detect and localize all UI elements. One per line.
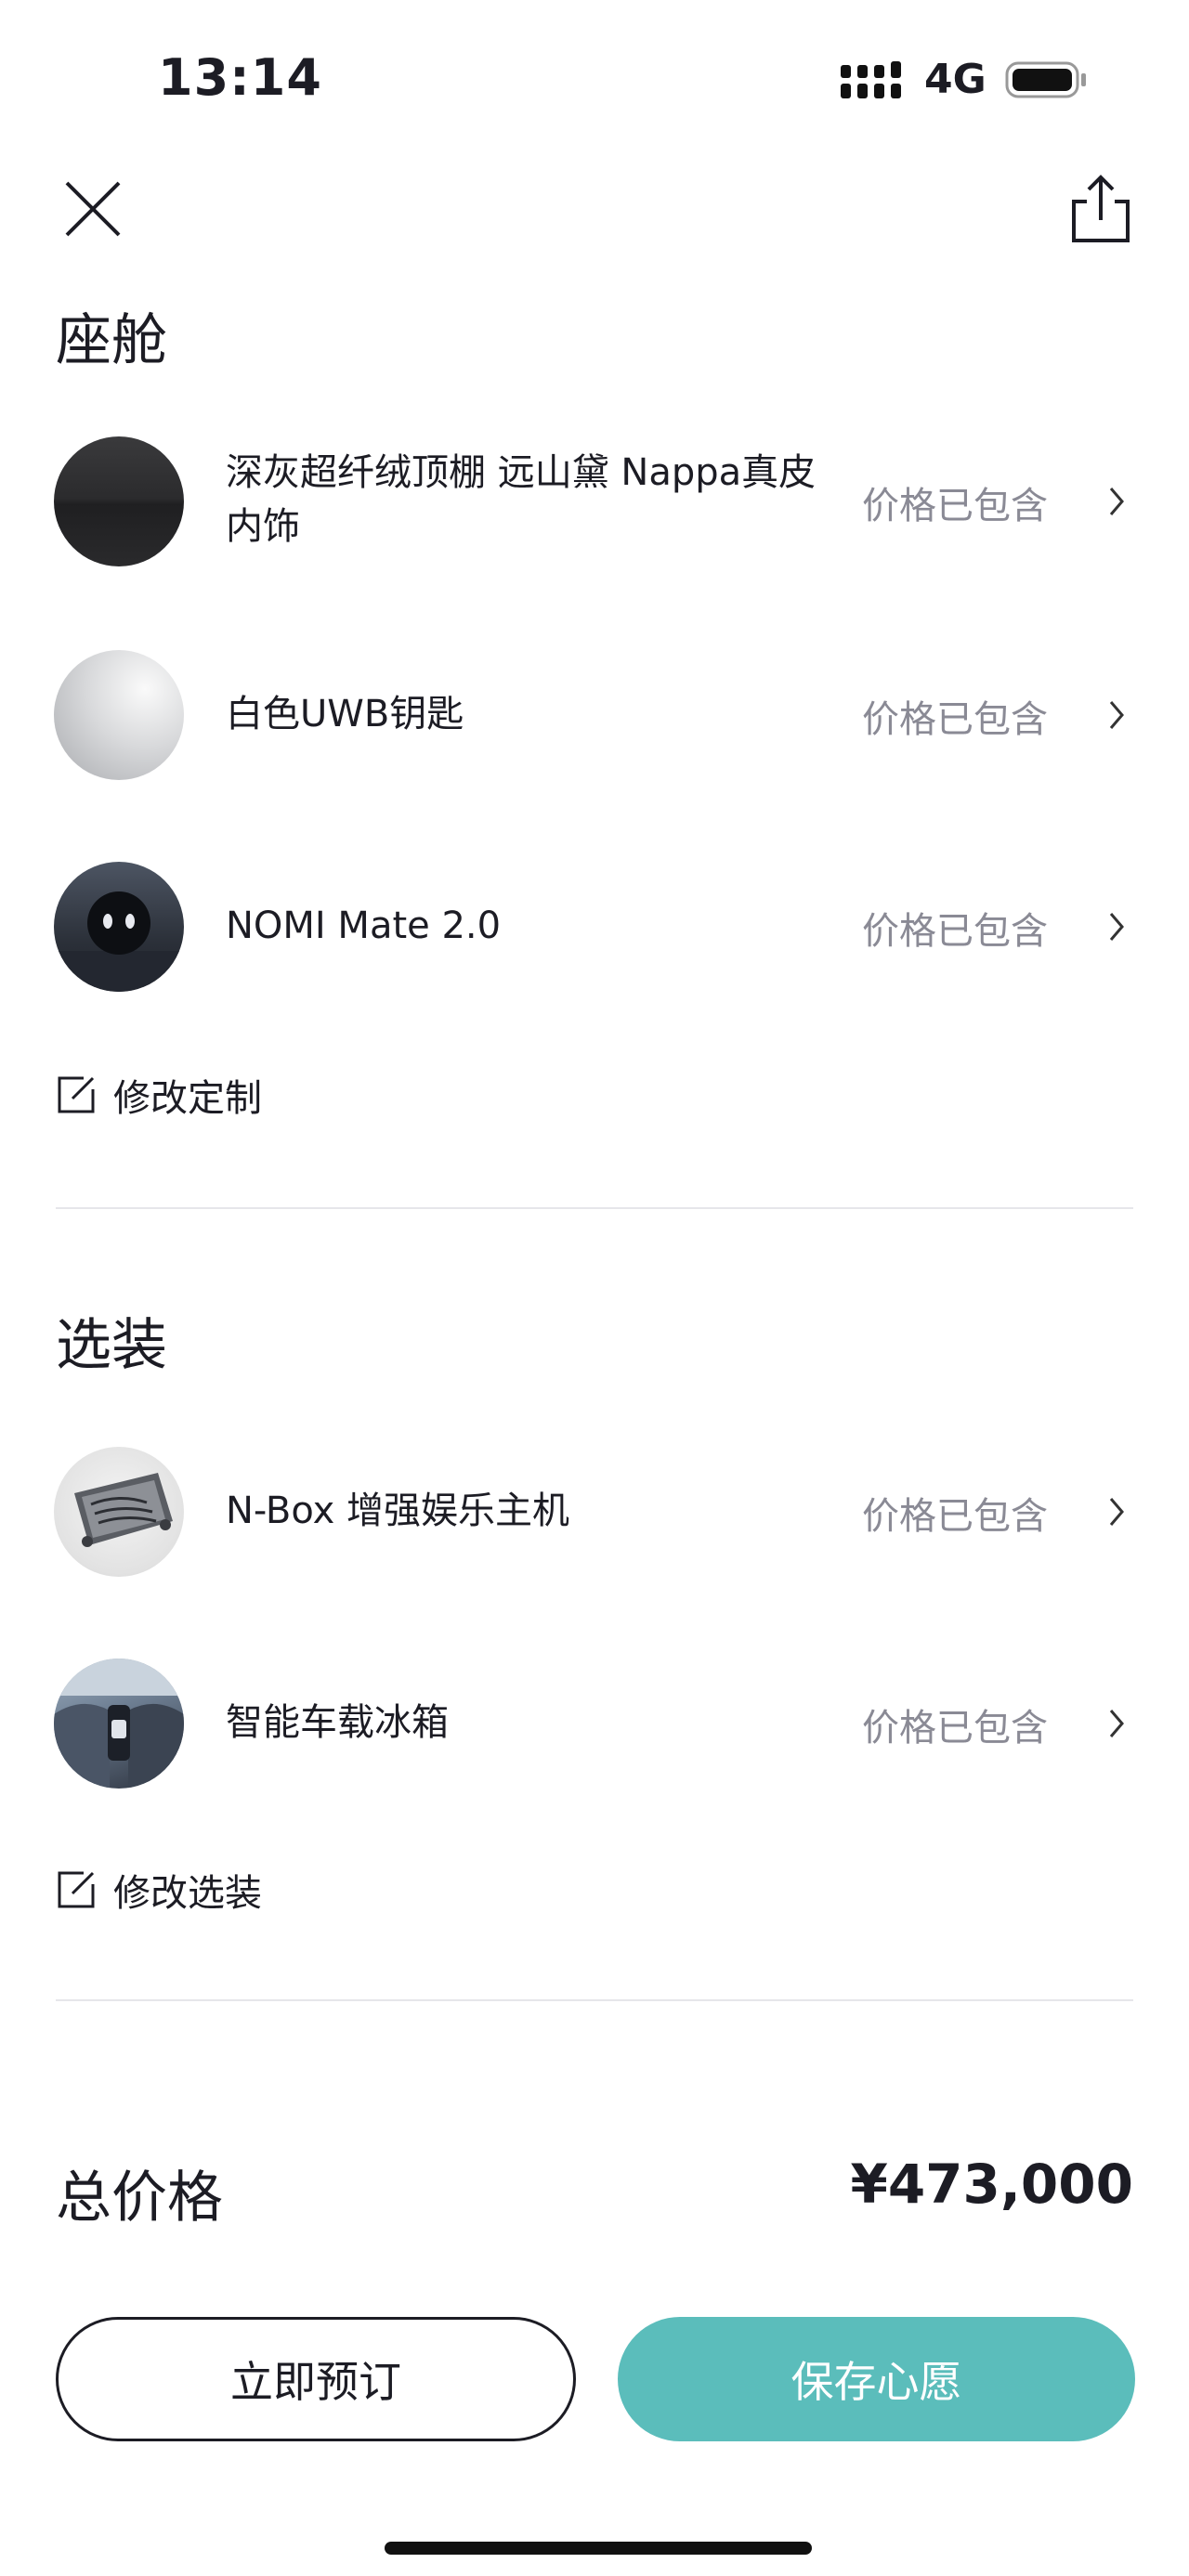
chevron-right-icon: [1109, 701, 1124, 729]
nomi-mate-thumbnail: [54, 862, 184, 992]
chevron-right-icon: [1109, 913, 1124, 941]
item-name: 深灰超纤绒顶棚 远山黛 Nappa真皮内饰: [226, 451, 817, 548]
home-indicator: [385, 2542, 812, 2555]
close-button[interactable]: [51, 167, 135, 251]
total-price-value: ¥473,000: [850, 2153, 1133, 2216]
cabin-item-uwb-key[interactable]: 白色UWB钥匙 价格已包含: [0, 641, 1189, 789]
item-name: 白色UWB钥匙: [226, 693, 464, 735]
total-price-label: 总价格: [56, 2166, 223, 2231]
cabin-item-nomi-mate[interactable]: NOMI Mate 2.0 价格已包含: [0, 852, 1189, 1001]
item-price-status: 价格已包含: [862, 1707, 1048, 1750]
item-name: NOMI Mate 2.0: [226, 904, 502, 947]
nbox-device-icon: [74, 1473, 173, 1547]
share-icon: [1072, 175, 1130, 242]
reserve-now-button[interactable]: 立即预订: [56, 2317, 576, 2441]
section-title-options: 选装: [56, 1313, 167, 1378]
chevron-right-icon: [1109, 1498, 1124, 1526]
save-wishlist-button[interactable]: 保存心愿: [618, 2317, 1135, 2441]
car-interior-icon: [54, 1659, 184, 1789]
share-button[interactable]: [1059, 167, 1143, 251]
item-name: 智能车载冰箱: [226, 1701, 449, 1744]
save-wishlist-label: 保存心愿: [790, 2357, 962, 2407]
modify-customization-label: 修改定制: [113, 1077, 262, 1120]
edit-icon: [58, 1871, 95, 1908]
modify-options-link[interactable]: 修改选装: [56, 1863, 262, 1917]
status-time: 13:14: [158, 48, 322, 107]
uwb-key-thumbnail: [54, 650, 184, 780]
nomi-robot-icon: [54, 891, 184, 992]
nbox-thumbnail: [54, 1447, 184, 1577]
close-icon: [65, 181, 121, 237]
fridge-thumbnail: [54, 1659, 184, 1789]
item-price-status: 价格已包含: [862, 698, 1048, 741]
option-item-nbox[interactable]: N-Box 增强娱乐主机 价格已包含: [0, 1438, 1189, 1586]
item-price-status: 价格已包含: [862, 1495, 1048, 1538]
cellular-signal-icon: [841, 61, 901, 98]
chevron-right-icon: [1109, 488, 1124, 515]
battery-icon: [1005, 61, 1086, 98]
reserve-now-label: 立即预订: [230, 2357, 401, 2407]
item-price-status: 价格已包含: [862, 485, 1048, 527]
section-divider: [56, 1207, 1133, 1209]
item-price-status: 价格已包含: [862, 910, 1048, 953]
modify-options-label: 修改选装: [113, 1872, 262, 1915]
modify-customization-link[interactable]: 修改定制: [56, 1068, 262, 1122]
interior-thumbnail: [54, 436, 184, 566]
item-name: N-Box 增强娱乐主机: [226, 1490, 569, 1532]
section-divider: [56, 1999, 1133, 2001]
chevron-right-icon: [1109, 1710, 1124, 1737]
network-type: 4G: [924, 56, 986, 103]
edit-icon: [58, 1076, 95, 1113]
cabin-item-interior[interactable]: 深灰超纤绒顶棚 远山黛 Nappa真皮内饰 价格已包含: [0, 427, 1189, 576]
option-item-fridge[interactable]: 智能车载冰箱 价格已包含: [0, 1649, 1189, 1798]
section-title-cabin: 座舱: [56, 308, 167, 373]
